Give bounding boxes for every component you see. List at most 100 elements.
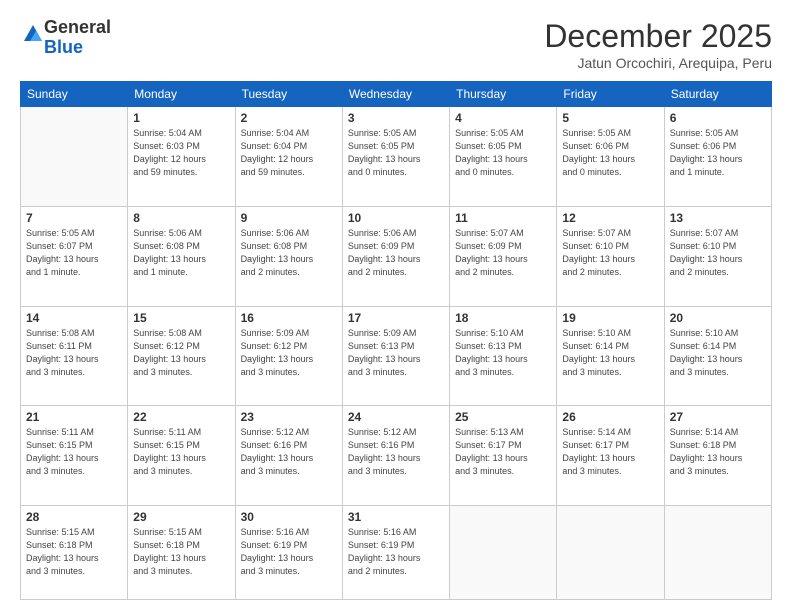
day-info: Sunrise: 5:10 AM Sunset: 6:14 PM Dayligh…: [670, 327, 766, 379]
table-row: 20 Sunrise: 5:10 AM Sunset: 6:14 PM Dayli…: [664, 306, 771, 406]
day-number: 6: [670, 111, 766, 125]
title-month: December 2025: [544, 18, 772, 55]
day-info: Sunrise: 5:10 AM Sunset: 6:14 PM Dayligh…: [562, 327, 658, 379]
table-row: 5Sunrise: 5:05 AM Sunset: 6:06 PM Daylig…: [557, 107, 664, 207]
table-row: 13 Sunrise: 5:07 AM Sunset: 6:10 PM Dayli…: [664, 206, 771, 306]
day-number: 15: [133, 311, 229, 325]
weekday-header-row: Sunday Monday Tuesday Wednesday Thursday…: [21, 82, 772, 107]
table-row: 14 Sunrise: 5:08 AM Sunset: 6:11 PM Dayli…: [21, 306, 128, 406]
header-sunday: Sunday: [21, 82, 128, 107]
day-number: 4: [455, 111, 551, 125]
table-row: 9 Sunrise: 5:06 AM Sunset: 6:08 PM Daylig…: [235, 206, 342, 306]
logo-blue-text: Blue: [44, 37, 83, 57]
header-monday: Monday: [128, 82, 235, 107]
table-row: 26Sunrise: 5:14 AM Sunset: 6:17 PM Dayli…: [557, 406, 664, 506]
day-info: Sunrise: 5:11 AM Sunset: 6:15 PM Dayligh…: [133, 426, 229, 478]
day-number: 22: [133, 410, 229, 424]
table-row: 25 Sunrise: 5:13 AM Sunset: 6:17 PM Dayli…: [450, 406, 557, 506]
table-row: 24Sunrise: 5:12 AM Sunset: 6:16 PM Dayli…: [342, 406, 449, 506]
day-number: 17: [348, 311, 444, 325]
day-info: Sunrise: 5:04 AM Sunset: 6:03 PM Dayligh…: [133, 127, 229, 179]
table-row: 21Sunrise: 5:11 AM Sunset: 6:15 PM Dayli…: [21, 406, 128, 506]
table-row: 11 Sunrise: 5:07 AM Sunset: 6:09 PM Dayli…: [450, 206, 557, 306]
day-number: 26: [562, 410, 658, 424]
header-saturday: Saturday: [664, 82, 771, 107]
day-info: Sunrise: 5:09 AM Sunset: 6:13 PM Dayligh…: [348, 327, 444, 379]
table-row: 28 Sunrise: 5:15 AM Sunset: 6:18 PM Dayli…: [21, 506, 128, 600]
table-row: 29Sunrise: 5:15 AM Sunset: 6:18 PM Dayli…: [128, 506, 235, 600]
table-row: 15 Sunrise: 5:08 AM Sunset: 6:12 PM Dayli…: [128, 306, 235, 406]
table-row: [21, 107, 128, 207]
day-info: Sunrise: 5:07 AM Sunset: 6:09 PM Dayligh…: [455, 227, 551, 279]
day-info: Sunrise: 5:08 AM Sunset: 6:11 PM Dayligh…: [26, 327, 122, 379]
day-info: Sunrise: 5:07 AM Sunset: 6:10 PM Dayligh…: [562, 227, 658, 279]
day-info: Sunrise: 5:06 AM Sunset: 6:08 PM Dayligh…: [241, 227, 337, 279]
day-number: 23: [241, 410, 337, 424]
table-row: 30 Sunrise: 5:16 AM Sunset: 6:19 PM Dayli…: [235, 506, 342, 600]
day-info: Sunrise: 5:05 AM Sunset: 6:06 PM Dayligh…: [670, 127, 766, 179]
table-row: 1 Sunrise: 5:04 AM Sunset: 6:03 PM Daylig…: [128, 107, 235, 207]
day-number: 13: [670, 211, 766, 225]
table-row: 10Sunrise: 5:06 AM Sunset: 6:09 PM Dayli…: [342, 206, 449, 306]
header-wednesday: Wednesday: [342, 82, 449, 107]
day-number: 30: [241, 510, 337, 524]
day-number: 24: [348, 410, 444, 424]
day-info: Sunrise: 5:15 AM Sunset: 6:18 PM Dayligh…: [133, 526, 229, 578]
table-row: 3 Sunrise: 5:05 AM Sunset: 6:05 PM Daylig…: [342, 107, 449, 207]
day-info: Sunrise: 5:15 AM Sunset: 6:18 PM Dayligh…: [26, 526, 122, 578]
day-info: Sunrise: 5:13 AM Sunset: 6:17 PM Dayligh…: [455, 426, 551, 478]
day-number: 11: [455, 211, 551, 225]
day-info: Sunrise: 5:16 AM Sunset: 6:19 PM Dayligh…: [348, 526, 444, 578]
day-info: Sunrise: 5:11 AM Sunset: 6:15 PM Dayligh…: [26, 426, 122, 478]
day-number: 25: [455, 410, 551, 424]
day-info: Sunrise: 5:14 AM Sunset: 6:18 PM Dayligh…: [670, 426, 766, 478]
day-info: Sunrise: 5:04 AM Sunset: 6:04 PM Dayligh…: [241, 127, 337, 179]
day-number: 10: [348, 211, 444, 225]
day-info: Sunrise: 5:16 AM Sunset: 6:19 PM Dayligh…: [241, 526, 337, 578]
table-row: 23 Sunrise: 5:12 AM Sunset: 6:16 PM Dayli…: [235, 406, 342, 506]
table-row: 8Sunrise: 5:06 AM Sunset: 6:08 PM Daylig…: [128, 206, 235, 306]
day-number: 12: [562, 211, 658, 225]
table-row: 2 Sunrise: 5:04 AM Sunset: 6:04 PM Daylig…: [235, 107, 342, 207]
day-number: 28: [26, 510, 122, 524]
table-row: 4 Sunrise: 5:05 AM Sunset: 6:05 PM Daylig…: [450, 107, 557, 207]
header: General Blue December 2025 Jatun Orcochi…: [20, 18, 772, 71]
header-friday: Friday: [557, 82, 664, 107]
day-number: 2: [241, 111, 337, 125]
day-info: Sunrise: 5:06 AM Sunset: 6:08 PM Dayligh…: [133, 227, 229, 279]
table-row: [664, 506, 771, 600]
day-info: Sunrise: 5:05 AM Sunset: 6:05 PM Dayligh…: [455, 127, 551, 179]
table-row: 6 Sunrise: 5:05 AM Sunset: 6:06 PM Daylig…: [664, 107, 771, 207]
day-number: 27: [670, 410, 766, 424]
day-number: 14: [26, 311, 122, 325]
table-row: 16Sunrise: 5:09 AM Sunset: 6:12 PM Dayli…: [235, 306, 342, 406]
table-row: 19 Sunrise: 5:10 AM Sunset: 6:14 PM Dayli…: [557, 306, 664, 406]
day-number: 16: [241, 311, 337, 325]
day-number: 9: [241, 211, 337, 225]
table-row: [450, 506, 557, 600]
logo-icon: [22, 23, 44, 45]
title-block: December 2025 Jatun Orcochiri, Arequipa,…: [544, 18, 772, 71]
logo-general-text: General: [44, 17, 111, 37]
title-location: Jatun Orcochiri, Arequipa, Peru: [544, 55, 772, 71]
day-info: Sunrise: 5:07 AM Sunset: 6:10 PM Dayligh…: [670, 227, 766, 279]
day-number: 3: [348, 111, 444, 125]
day-info: Sunrise: 5:05 AM Sunset: 6:05 PM Dayligh…: [348, 127, 444, 179]
header-thursday: Thursday: [450, 82, 557, 107]
day-number: 19: [562, 311, 658, 325]
day-info: Sunrise: 5:05 AM Sunset: 6:07 PM Dayligh…: [26, 227, 122, 279]
day-info: Sunrise: 5:05 AM Sunset: 6:06 PM Dayligh…: [562, 127, 658, 179]
day-info: Sunrise: 5:12 AM Sunset: 6:16 PM Dayligh…: [241, 426, 337, 478]
table-row: [557, 506, 664, 600]
header-tuesday: Tuesday: [235, 82, 342, 107]
day-number: 7: [26, 211, 122, 225]
page: General Blue December 2025 Jatun Orcochi…: [0, 0, 792, 612]
calendar-table: Sunday Monday Tuesday Wednesday Thursday…: [20, 81, 772, 600]
table-row: 12 Sunrise: 5:07 AM Sunset: 6:10 PM Dayli…: [557, 206, 664, 306]
table-row: 27 Sunrise: 5:14 AM Sunset: 6:18 PM Dayli…: [664, 406, 771, 506]
day-info: Sunrise: 5:10 AM Sunset: 6:13 PM Dayligh…: [455, 327, 551, 379]
day-number: 1: [133, 111, 229, 125]
day-number: 20: [670, 311, 766, 325]
day-info: Sunrise: 5:08 AM Sunset: 6:12 PM Dayligh…: [133, 327, 229, 379]
logo: General Blue: [20, 18, 111, 58]
